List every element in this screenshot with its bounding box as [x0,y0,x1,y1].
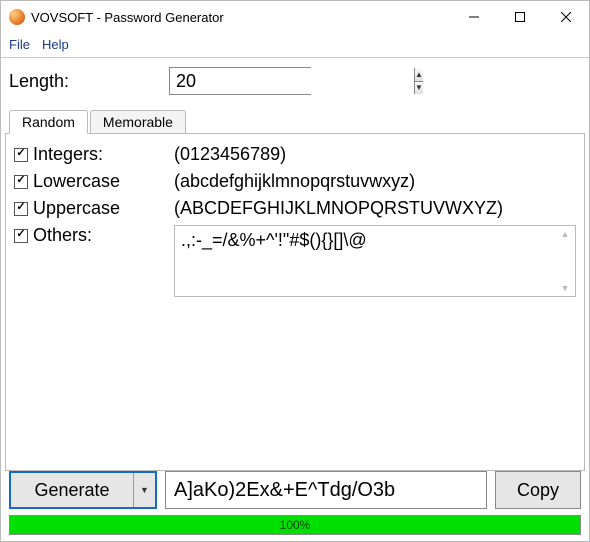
option-row-integers: Integers: (0123456789) [14,144,576,165]
integers-label: Integers: [33,144,103,165]
generate-split-button: Generate ▼ [9,471,157,509]
generate-dropdown-button[interactable]: ▼ [133,473,155,507]
uppercase-label: Uppercase [33,198,120,219]
app-window: VOVSOFT - Password Generator File Help L… [0,0,590,542]
tabstrip: Random Memorable [1,108,589,134]
option-row-others: Others: .,:-_=/&%+^'!"#$(){}[]\@ ▲ ▼ [14,225,576,297]
scroll-down-icon: ▼ [561,283,570,293]
uppercase-chars: (ABCDEFGHIJKLMNOPQRSTUVWXYZ) [174,198,576,219]
maximize-icon [515,12,525,22]
others-scrollbar[interactable]: ▲ ▼ [558,229,572,293]
others-checkbox[interactable] [14,229,28,243]
others-label: Others: [33,225,92,246]
length-label: Length: [9,71,169,92]
password-output[interactable] [165,471,487,509]
close-icon [561,12,571,22]
close-button[interactable] [543,1,589,33]
uppercase-checkbox[interactable] [14,202,28,216]
length-spinner: ▲ ▼ [169,67,311,95]
menubar: File Help [1,33,589,55]
bottom-bar: Generate ▼ Copy 100% [1,471,589,541]
others-textarea[interactable]: .,:-_=/&%+^'!"#$(){}[]\@ ▲ ▼ [174,225,576,297]
copy-button[interactable]: Copy [495,471,581,509]
scroll-up-icon: ▲ [561,229,570,239]
lowercase-label: Lowercase [33,171,120,192]
length-row: Length: ▲ ▼ [1,58,589,98]
others-chars: .,:-_=/&%+^'!"#$(){}[]\@ [181,230,367,250]
app-icon [9,9,25,25]
option-row-uppercase: Uppercase (ABCDEFGHIJKLMNOPQRSTUVWXYZ) [14,198,576,219]
minimize-icon [469,12,479,22]
length-spinner-buttons: ▲ ▼ [414,68,423,94]
lowercase-checkbox[interactable] [14,175,28,189]
maximize-button[interactable] [497,1,543,33]
tab-body-random: Integers: (0123456789) Lowercase (abcdef… [5,134,585,471]
progress-bar: 100% [9,515,581,535]
length-down-button[interactable]: ▼ [415,82,423,95]
generate-button[interactable]: Generate [11,473,133,507]
menu-file[interactable]: File [9,37,30,52]
tab-memorable[interactable]: Memorable [90,110,186,134]
length-up-button[interactable]: ▲ [415,68,423,82]
tab-random[interactable]: Random [9,110,88,134]
window-title: VOVSOFT - Password Generator [31,10,224,25]
minimize-button[interactable] [451,1,497,33]
integers-chars: (0123456789) [174,144,576,165]
integers-checkbox[interactable] [14,148,28,162]
titlebar: VOVSOFT - Password Generator [1,1,589,33]
menu-help[interactable]: Help [42,37,69,52]
lowercase-chars: (abcdefghijklmnopqrstuvwxyz) [174,171,576,192]
generate-row: Generate ▼ Copy [9,471,581,509]
length-input[interactable] [170,68,414,94]
option-row-lowercase: Lowercase (abcdefghijklmnopqrstuvwxyz) [14,171,576,192]
progress-text: 100% [280,518,311,532]
